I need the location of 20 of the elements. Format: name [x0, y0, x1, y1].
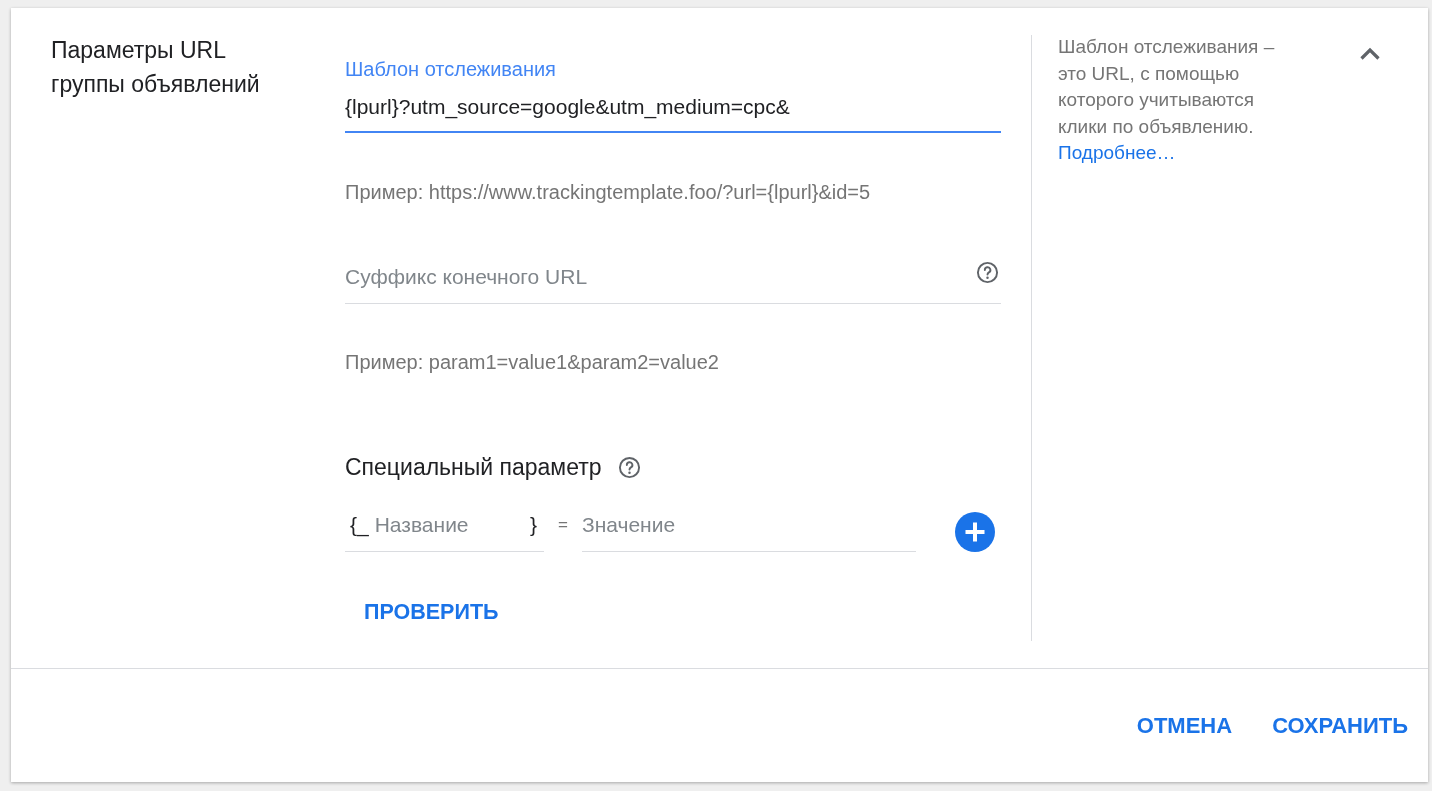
input-field[interactable]: {lpurl}?utm_source=google&utm_medium=cpc&	[345, 80, 1001, 133]
field-label: Шаблон отслеживания	[345, 58, 557, 80]
help-icon[interactable]	[976, 261, 999, 284]
example-text: Пример: param1=value1&param2=value2	[345, 350, 720, 374]
add-button[interactable]	[955, 512, 995, 552]
learn-more-link[interactable]: Подробнее…	[1058, 140, 1176, 167]
custom-parameter-title: Специальный параметр	[345, 453, 602, 481]
example-text: Пример: https://www.trackingtemplate.foo/?url={lpurl}&id=5	[345, 180, 872, 204]
help-text: Шаблон отслеживания – это URL, с помощью которого учитываются клики по объявлению.	[1058, 35, 1276, 139]
equals-sign: =	[557, 514, 569, 536]
help-icon[interactable]	[617, 455, 641, 479]
footer-button[interactable]: ОТМЕНА	[1128, 708, 1241, 744]
input-field[interactable]: Суффикс конечного URL	[345, 252, 1001, 304]
chevron-up-icon[interactable]	[1359, 47, 1381, 61]
section-title: Параметры URL группы объявлений	[51, 36, 261, 99]
check-button[interactable]: ПРОВЕРИТЬ	[345, 594, 518, 630]
parameter-name-field[interactable]: {_ Название }	[345, 504, 544, 552]
plus-icon	[955, 512, 995, 552]
footer-button[interactable]: СОХРАНИТЬ	[1264, 708, 1416, 744]
parameter-value-field[interactable]: Значение	[582, 504, 916, 552]
